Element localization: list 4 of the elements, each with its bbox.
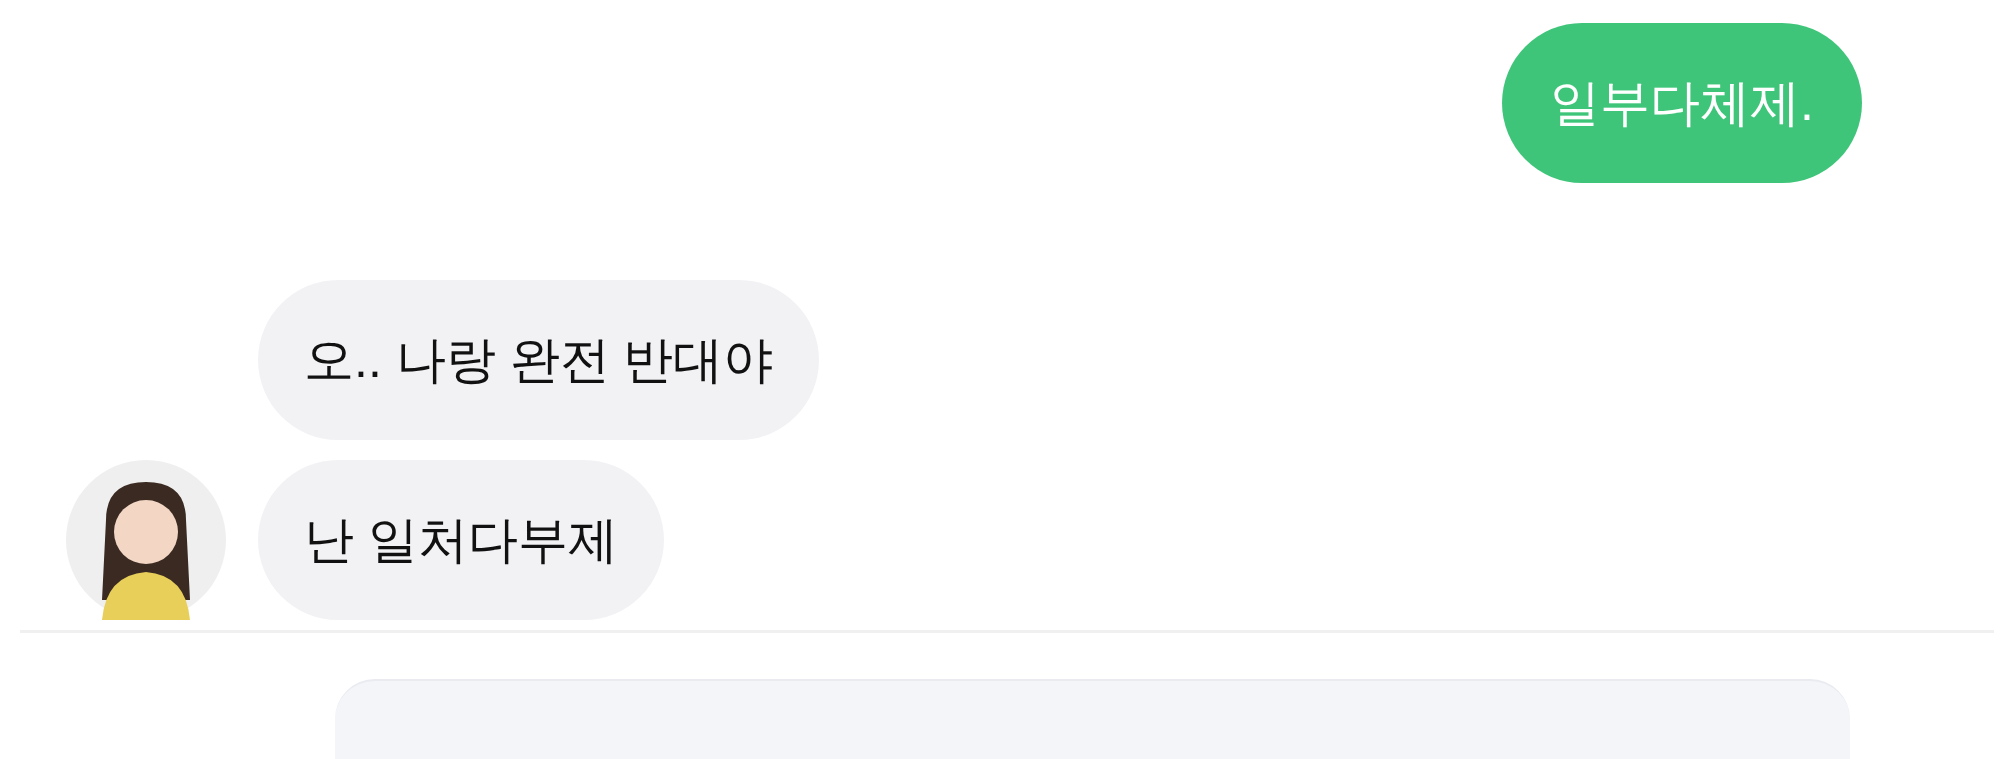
received-message-bubble: 오.. 나랑 완전 반대야 <box>258 280 820 440</box>
received-message-bubble: 난 일처다부제 <box>258 460 664 620</box>
sent-message-bubble: 일부다체제. <box>1502 23 1862 183</box>
avatar-icon[interactable] <box>66 460 226 620</box>
